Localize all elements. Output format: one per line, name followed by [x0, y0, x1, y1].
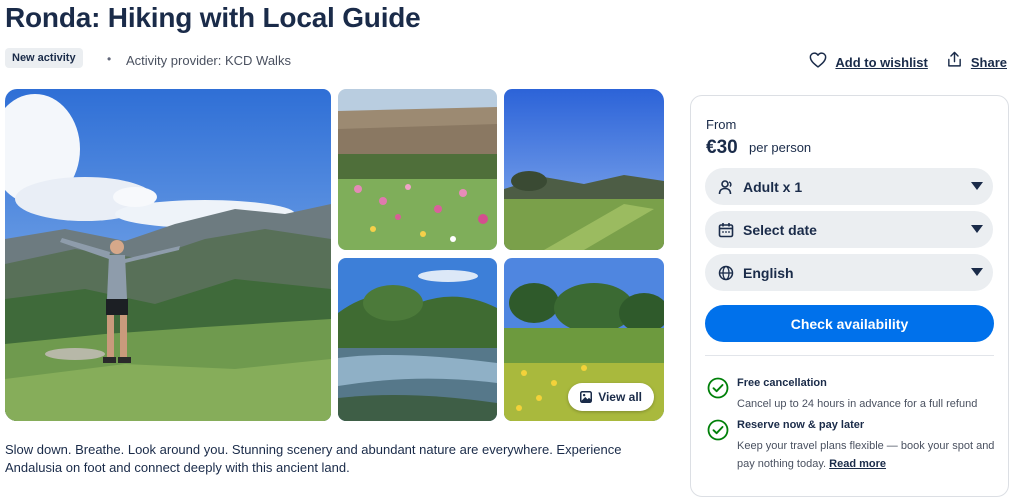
heart-icon [809, 51, 827, 73]
check-circle-icon [707, 419, 729, 441]
calendar-icon [717, 221, 735, 239]
date-select[interactable]: Select date [705, 211, 993, 248]
feature-desc: Keep your travel plans flexible — book y… [737, 437, 995, 473]
photo-trees-wildflowers[interactable]: View all [504, 258, 664, 421]
date-value: Select date [743, 221, 817, 238]
feature-title: Reserve now & pay later [737, 419, 865, 431]
card-divider [705, 355, 994, 356]
check-circle-icon [707, 377, 729, 399]
feature-title: Free cancellation [737, 377, 827, 389]
caret-down-icon [971, 182, 983, 190]
activity-provider[interactable]: Activity provider: KCD Walks [126, 53, 291, 68]
header-actions: Add to wishlist Share [809, 51, 1007, 73]
caret-down-icon [971, 268, 983, 276]
booking-card: From €30 per person Adult x 1 Select dat… [690, 95, 1009, 497]
language-value: English [743, 264, 794, 281]
wishlist-label: Add to wishlist [835, 54, 928, 70]
view-all-button[interactable]: View all [568, 383, 654, 411]
share-icon [946, 51, 963, 73]
main-photo-hiker[interactable] [5, 89, 331, 421]
activity-description: Slow down. Breathe. Look around you. Stu… [5, 442, 622, 475]
price: €30 [706, 137, 738, 158]
photo-river[interactable] [338, 258, 497, 421]
user-icon [717, 178, 735, 196]
photo-gallery: View all [5, 89, 664, 421]
check-availability-button[interactable]: Check availability [705, 305, 994, 342]
language-select[interactable]: English [705, 254, 993, 291]
read-more-link[interactable]: Read more [829, 458, 886, 470]
share-label: Share [970, 54, 1007, 70]
feature-desc: Cancel up to 24 hours in advance for a f… [737, 398, 978, 410]
wishlist-button[interactable]: Add to wishlist [809, 51, 928, 73]
from-label: From [706, 117, 737, 132]
page-title: Ronda: Hiking with Local Guide [5, 2, 421, 33]
new-activity-badge: New activity [5, 48, 83, 68]
image-icon [580, 391, 593, 403]
participants-select[interactable]: Adult x 1 [705, 168, 993, 205]
globe-icon [717, 264, 735, 282]
photo-meadow-sky[interactable] [504, 89, 664, 250]
participants-value: Adult x 1 [743, 178, 803, 195]
meta-separator: • [107, 52, 112, 66]
photo-cliff-flowers[interactable] [338, 89, 497, 250]
share-button[interactable]: Share [946, 51, 1007, 73]
view-all-label: View all [598, 390, 642, 404]
caret-down-icon [971, 225, 983, 233]
price-unit: per person [749, 140, 812, 155]
